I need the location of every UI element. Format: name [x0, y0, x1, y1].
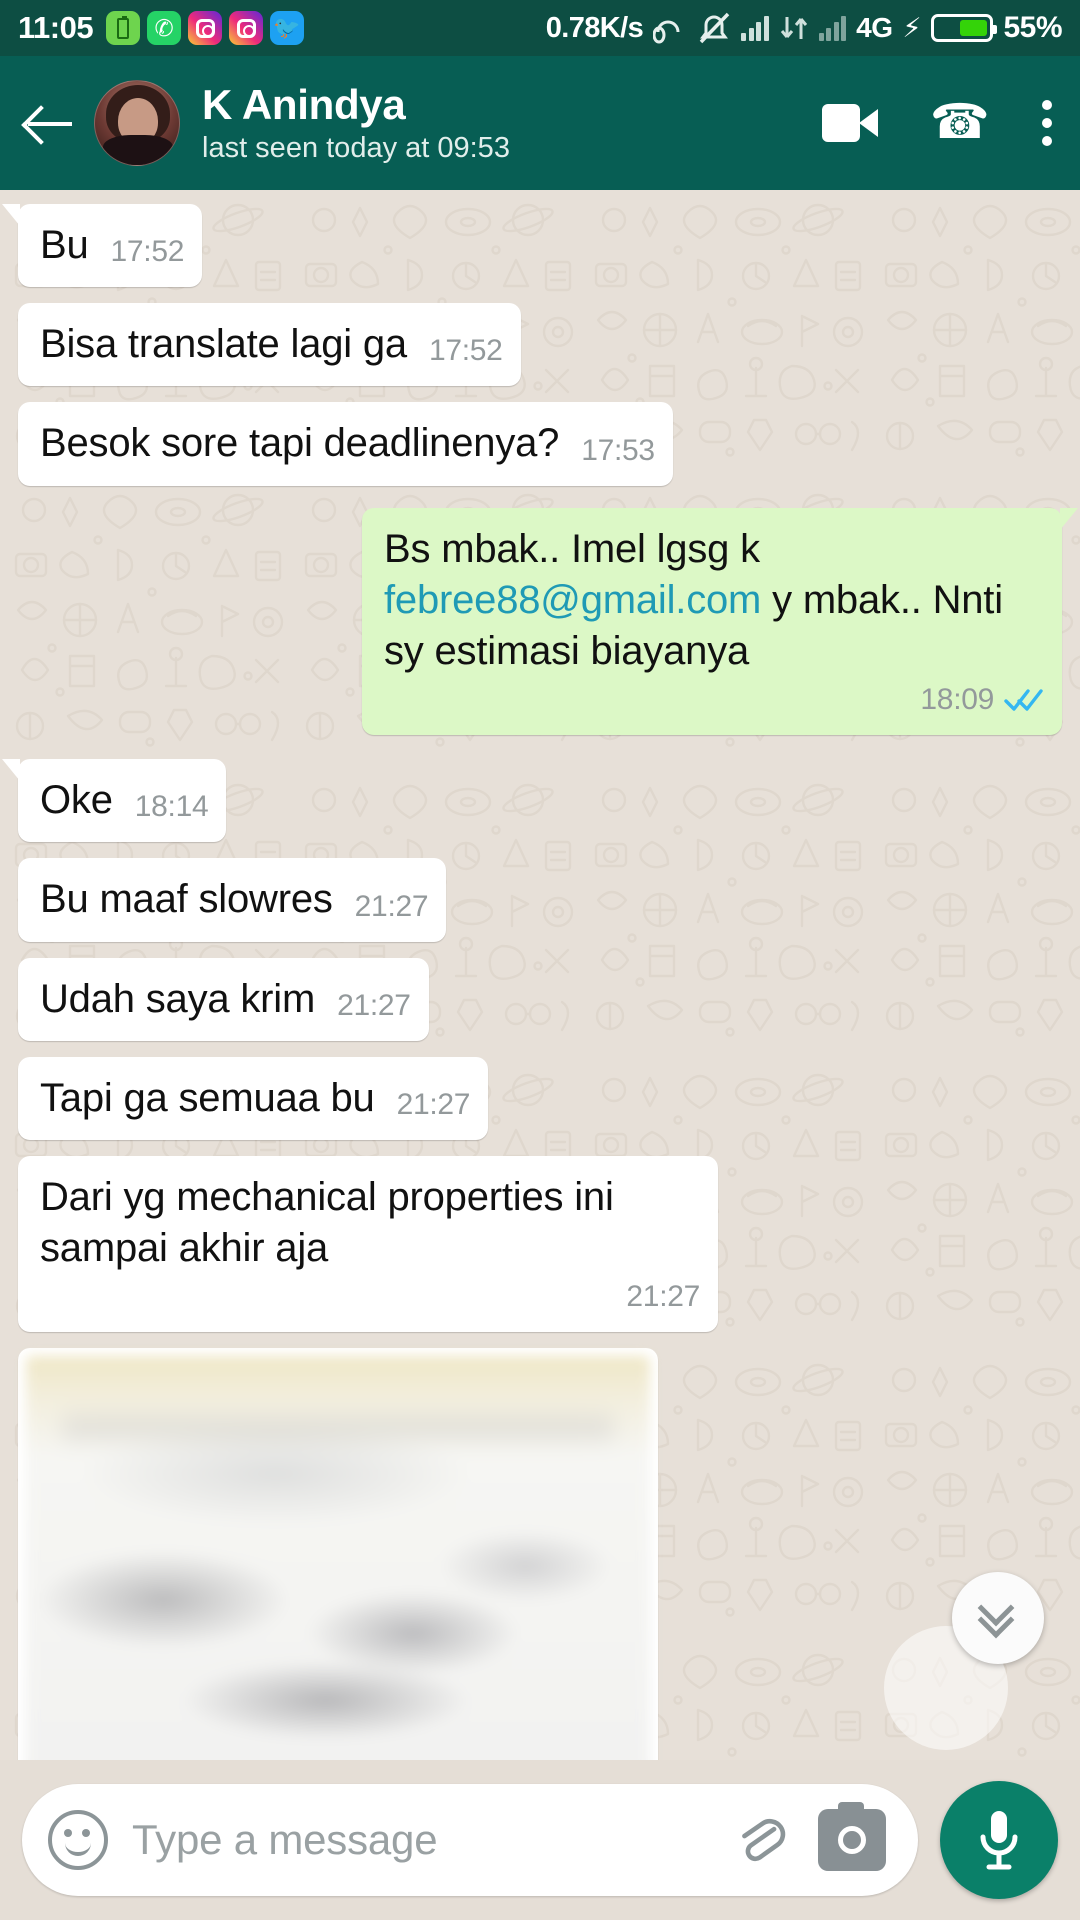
message-row[interactable]: Oke 18:14: [1, 759, 1062, 843]
more-options-icon[interactable]: [1042, 100, 1052, 146]
message-row[interactable]: Bu maaf slowres 21:27: [18, 858, 1062, 942]
incoming-bubble[interactable]: Udah saya krim 21:27: [18, 957, 429, 1041]
message-meta: 21:27: [397, 1088, 471, 1124]
data-transfer-icon: [779, 14, 809, 42]
message-time: 17:52: [110, 235, 185, 269]
microphone-icon[interactable]: [940, 1781, 1058, 1899]
status-clock: 11:05: [18, 10, 94, 45]
battery-app-icon: [106, 11, 141, 45]
message-time: 21:27: [396, 1087, 471, 1121]
incoming-bubble[interactable]: Oke 18:14: [1, 759, 227, 843]
battery-percent-label: 55%: [1003, 11, 1062, 44]
message-row[interactable]: Dari yg mechanical properties ini sampai…: [18, 1155, 1062, 1333]
message-text: Bu maaf slowres: [40, 877, 333, 922]
messages-container: Bu 17:52 Bisa translate lagi ga 17:52 Be…: [0, 190, 1080, 1760]
outgoing-bubble[interactable]: Bs mbak.. Imel lgsg k febree88@gmail.com…: [362, 507, 1078, 736]
message-row[interactable]: Bisa translate lagi ga 17:52: [18, 303, 1062, 387]
message-text: Bu: [40, 223, 89, 267]
status-bar: 11:05 ✆ 🐦 0.78K/s 4G ⚡ 55%: [0, 0, 1080, 56]
message-time: 21:27: [354, 889, 429, 923]
status-notification-icons: ✆ 🐦: [106, 11, 305, 45]
message-row[interactable]: Bs mbak.. Imel lgsg k febree88@gmail.com…: [18, 507, 1078, 736]
incoming-bubble[interactable]: Bisa translate lagi ga 17:52: [18, 303, 521, 387]
paperclip-icon[interactable]: [730, 1809, 792, 1871]
chat-app-bar: K Anindya last seen today at 09:53 ☎: [0, 56, 1080, 190]
network-speed-label: 0.78K/s: [545, 11, 644, 44]
message-list[interactable]: Bu 17:52 Bisa translate lagi ga 17:52 Be…: [0, 190, 1080, 1760]
whatsapp-icon: ✆: [147, 11, 182, 45]
scroll-to-bottom-button[interactable]: [952, 1572, 1044, 1664]
message-text: Bisa translate lagi ga: [40, 322, 407, 367]
message-text: Besok sore tapi deadlinenya?: [40, 421, 560, 466]
message-time: 21:27: [626, 1280, 700, 1314]
signal-bars-icon: [741, 15, 769, 41]
twitter-icon: 🐦: [270, 11, 305, 45]
message-meta: 17:52: [111, 235, 185, 271]
charging-bolt-icon: ⚡: [902, 12, 922, 43]
app-bar-actions: ☎: [822, 96, 1058, 149]
message-text: Oke: [40, 778, 113, 823]
instagram-icon: [188, 11, 223, 45]
contact-avatar[interactable]: [94, 80, 180, 166]
message-meta: 21:27: [337, 989, 411, 1025]
message-meta: 21:27: [355, 890, 429, 926]
message-meta: 17:53: [581, 434, 655, 470]
message-text: Dari yg mechanical properties ini sampai…: [40, 1174, 625, 1271]
message-input[interactable]: [132, 1816, 730, 1864]
message-time: 18:09: [920, 683, 994, 717]
message-text: Udah saya krim: [40, 976, 316, 1021]
emoji-smiley-icon[interactable]: [48, 1810, 108, 1870]
incoming-bubble[interactable]: Dari yg mechanical properties ini sampai…: [18, 1155, 718, 1333]
message-time: 18:14: [134, 790, 209, 824]
contact-status: last seen today at 09:53: [202, 132, 510, 165]
whatsapp-chat-screen: 11:05 ✆ 🐦 0.78K/s 4G ⚡ 55% K Anindya las…: [0, 0, 1080, 1920]
incoming-image-bubble[interactable]: [18, 1348, 658, 1760]
composer-pill[interactable]: [22, 1784, 918, 1896]
back-arrow-icon[interactable]: [22, 95, 78, 151]
instagram-icon: [229, 11, 264, 45]
message-meta: 18:14: [135, 790, 209, 826]
phone-icon[interactable]: ☎: [930, 96, 990, 149]
incoming-bubble[interactable]: Bu 17:52: [1, 204, 203, 288]
incoming-bubble[interactable]: Besok sore tapi deadlinenya? 17:53: [18, 402, 673, 486]
headphone-icon: [653, 12, 687, 44]
mute-icon: [697, 11, 731, 45]
message-text: Bs mbak.. Imel lgsg k febree88@gmail.com…: [384, 524, 1044, 678]
status-system-icons: 0.78K/s 4G ⚡ 55%: [545, 11, 1063, 45]
camera-icon[interactable]: [818, 1802, 886, 1871]
battery-icon: [931, 14, 998, 42]
email-link[interactable]: febree88@gmail.com: [384, 578, 761, 622]
message-composer: [0, 1760, 1080, 1920]
message-row[interactable]: Tapi ga semuaa bu 21:27: [18, 1056, 1062, 1140]
chat-header-titles[interactable]: K Anindya last seen today at 09:53: [202, 82, 510, 164]
message-time: 17:52: [428, 334, 503, 368]
signal-bars-icon: [818, 15, 847, 41]
incoming-bubble[interactable]: Bu maaf slowres 21:27: [18, 858, 447, 942]
message-row[interactable]: Bu 17:52: [1, 204, 1062, 288]
message-meta: 17:52: [429, 334, 503, 370]
network-type-label: 4G: [856, 12, 893, 43]
incoming-bubble[interactable]: Tapi ga semuaa bu 21:27: [18, 1056, 489, 1140]
message-text: Tapi ga semuaa bu: [40, 1075, 375, 1120]
contact-name: K Anindya: [202, 81, 406, 129]
message-image-thumbnail[interactable]: [26, 1356, 650, 1760]
message-meta: 18:09: [920, 683, 1044, 719]
message-row[interactable]: Udah saya krim 21:27: [18, 957, 1062, 1041]
message-row[interactable]: Besok sore tapi deadlinenya? 17:53: [18, 402, 1062, 486]
message-time: 17:53: [581, 433, 655, 467]
message-text-before: Bs mbak.. Imel lgsg k: [384, 526, 771, 571]
video-camera-icon[interactable]: [822, 104, 879, 142]
double-chevron-down-icon: [975, 1589, 1021, 1639]
read-receipt-icon: [1004, 687, 1044, 713]
message-meta: 21:27: [626, 1280, 700, 1316]
message-time: 21:27: [337, 988, 411, 1022]
